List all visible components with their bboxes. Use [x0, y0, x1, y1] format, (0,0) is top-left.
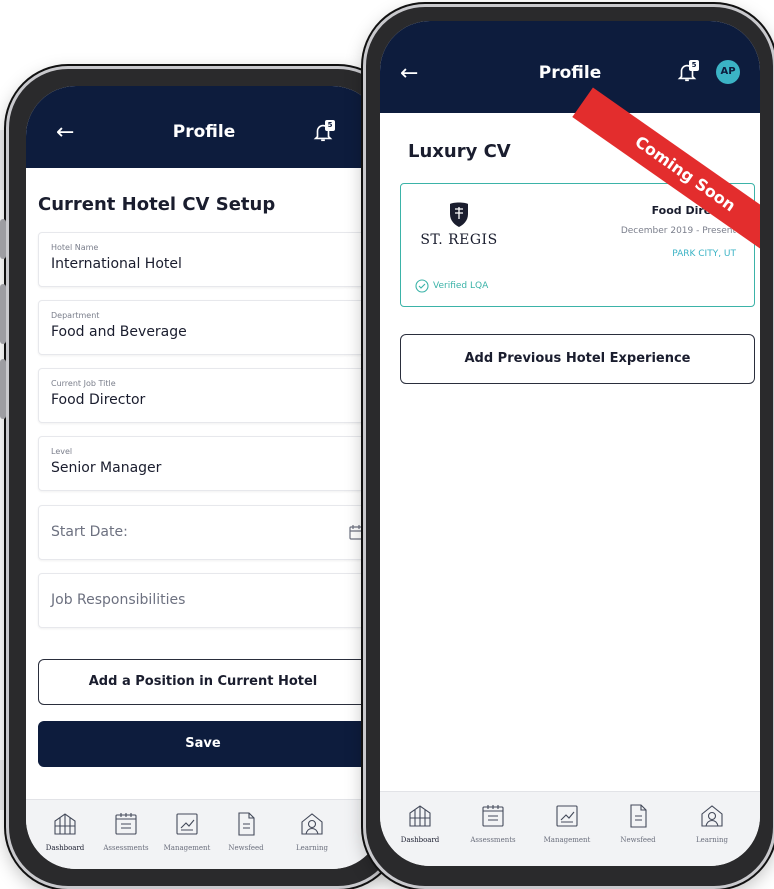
start-date-field[interactable]: Start Date: [38, 505, 368, 560]
top-bar: ← Profile 5 [26, 86, 382, 168]
notification-badge: 5 [689, 60, 699, 71]
side-button [0, 284, 6, 344]
tab-newsfeed[interactable]: Newsfeed [602, 802, 674, 844]
tab-label: Assessments [470, 836, 516, 844]
hotel-logo: ST. REGIS [419, 200, 499, 248]
job-responsibilities-field[interactable]: Job Responsibilities [38, 573, 368, 628]
bottom-tab-bar: Dashboard Assessments Management Newsfee… [380, 791, 760, 866]
field-placeholder: Job Responsibilities [51, 592, 186, 608]
side-button [0, 359, 6, 419]
check-circle-icon [415, 279, 429, 293]
add-previous-experience-button[interactable]: Add Previous Hotel Experience [400, 334, 755, 384]
save-button[interactable]: Save [38, 721, 368, 767]
right-phone: ← Profile 5 AP Coming Soon Luxury CV ST.… [363, 4, 774, 889]
tab-assessments[interactable]: Assessments [457, 802, 529, 844]
document-icon [238, 812, 255, 836]
crest-icon [450, 202, 468, 227]
bell-icon[interactable]: 5 [676, 60, 699, 83]
tab-learning[interactable]: Learning [276, 810, 348, 852]
cv-location: PARK CITY, UT [672, 249, 736, 259]
add-position-button[interactable]: Add a Position in Current Hotel [38, 659, 368, 705]
level-field[interactable]: Level Senior Manager [38, 436, 368, 491]
tab-management[interactable]: Management [531, 802, 603, 844]
avatar[interactable]: AP [716, 60, 740, 84]
verified-badge: Verified LQA [415, 279, 488, 293]
field-label: Level [51, 447, 73, 456]
person-icon [301, 813, 323, 835]
chart-icon [176, 813, 198, 835]
notification-badge: 5 [325, 120, 335, 131]
tab-dashboard[interactable]: Dashboard [384, 802, 456, 844]
person-icon [701, 805, 723, 827]
tab-label: Learning [295, 844, 329, 852]
field-value: Food and Beverage [51, 324, 187, 340]
tab-label: Management [543, 836, 591, 844]
field-label: Department [51, 311, 100, 320]
field-value: International Hotel [51, 256, 182, 272]
bell-icon[interactable]: 5 [312, 120, 335, 143]
field-placeholder: Start Date: [51, 524, 128, 540]
verified-label: Verified LQA [433, 281, 489, 291]
job-title-field[interactable]: Current Job Title Food Director [38, 368, 368, 423]
hotel-brand: ST. REGIS [420, 232, 498, 248]
field-value: Food Director [51, 392, 146, 408]
tab-label: Dashboard [400, 836, 440, 844]
tab-label: Newsfeed [228, 844, 264, 852]
left-phone: ← Profile 5 Current Hotel CV Setup Hotel… [0, 66, 400, 889]
bottom-tab-bar: Dashboard Assessments Management Newsfee… [26, 799, 382, 869]
field-value: Senior Manager [51, 460, 162, 476]
hotel-name-field[interactable]: Hotel Name International Hotel [38, 232, 368, 287]
chart-icon [556, 805, 578, 827]
tab-learning[interactable]: Learning [676, 802, 748, 844]
page-title: Profile [538, 63, 602, 83]
side-button [0, 219, 6, 259]
dashboard-icon [54, 813, 76, 835]
section-heading: Luxury CV [408, 141, 511, 162]
tab-label: Learning [695, 836, 729, 844]
left-screen: ← Profile 5 Current Hotel CV Setup Hotel… [26, 86, 382, 869]
section-heading: Current Hotel CV Setup [38, 194, 276, 215]
tab-newsfeed[interactable]: Newsfeed [210, 810, 282, 852]
cv-dates: December 2019 - Present [620, 226, 736, 236]
calendar-icon[interactable] [349, 524, 363, 540]
right-screen: ← Profile 5 AP Coming Soon Luxury CV ST.… [380, 21, 760, 866]
top-bar: ← Profile 5 AP [380, 21, 760, 113]
calendar-icon [115, 813, 137, 835]
department-field[interactable]: Department Food and Beverage [38, 300, 368, 355]
calendar-icon [482, 805, 504, 827]
tab-label: Newsfeed [620, 836, 656, 844]
field-label: Current Job Title [51, 379, 116, 388]
field-label: Hotel Name [51, 243, 99, 252]
document-icon [630, 804, 647, 828]
dashboard-icon [409, 805, 431, 827]
